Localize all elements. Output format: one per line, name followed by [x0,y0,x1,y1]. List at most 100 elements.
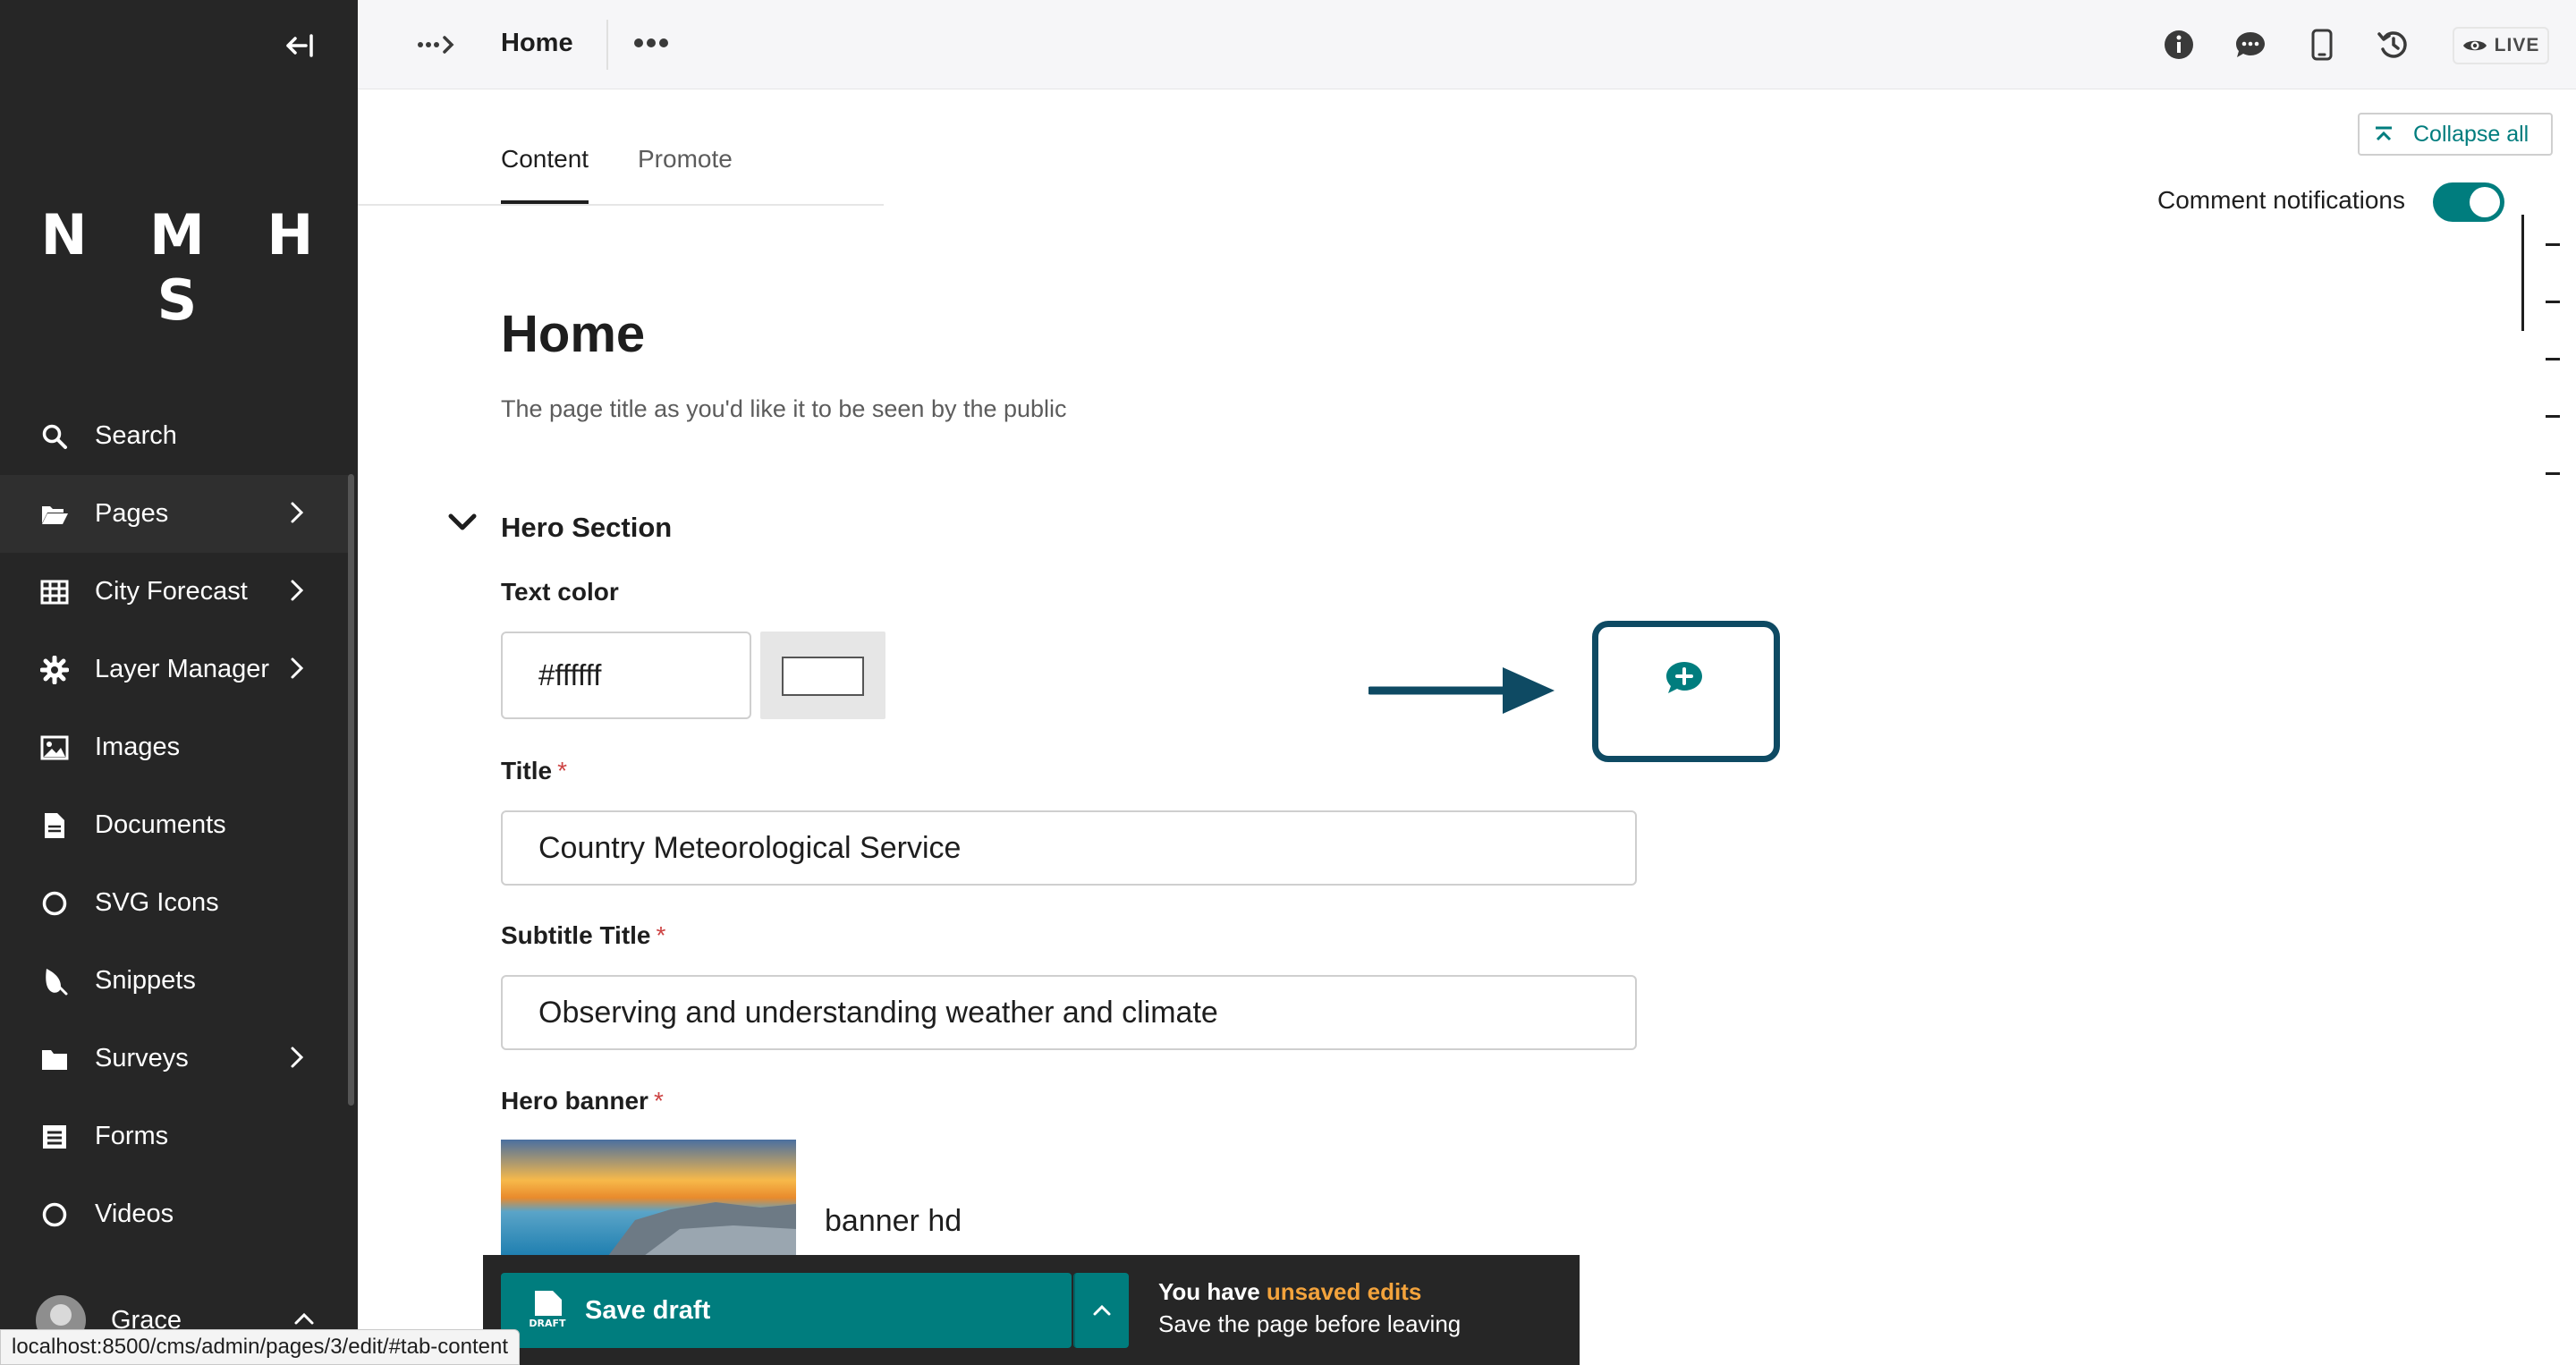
sidebar-item-images[interactable]: Images [0,708,351,786]
sidebar-item-videos[interactable]: Videos [0,1175,351,1253]
sidebar-item-label: SVG Icons [95,888,219,917]
snippet-icon [39,966,70,996]
sidebar-item-label: Snippets [95,966,196,995]
mobile-icon [2311,29,2333,61]
minimap-item[interactable] [2546,358,2560,360]
page-actions-button[interactable] [626,23,676,63]
tab-promote[interactable]: Promote [638,145,733,204]
subtitle-label: Subtitle Title * [501,921,666,949]
annotation-highlight-box [1592,621,1780,762]
comment-notifications-label: Comment notifications [2157,186,2406,214]
sidebar-item-forms[interactable]: Forms [0,1098,351,1175]
chevron-right-icon [291,580,304,601]
status-bar-url: localhost:8500/cms/admin/pages/3/edit/#t… [0,1329,521,1365]
required-mark: * [653,1087,664,1115]
sidebar-item-label: Forms [95,1122,169,1150]
color-picker-button[interactable] [760,632,886,719]
status-info-button[interactable] [2157,23,2200,66]
preview-button[interactable] [2301,23,2343,66]
circle-icon [39,1200,70,1230]
unsaved-edits-hint: Save the page before leaving [1158,1310,1462,1337]
collapse-sidebar-button[interactable] [283,30,318,61]
title-input[interactable]: Country Meteorological Service [501,810,1637,886]
unsaved-edits-message: You have unsaved edits [1158,1278,1422,1305]
text-color-label: Text color [501,578,619,606]
chevron-right-icon [291,502,304,523]
chevron-right-icon [291,1047,304,1068]
sidebar-item-surveys[interactable]: Surveys [0,1020,351,1098]
minimap-item[interactable] [2546,301,2560,303]
collapse-all-button[interactable]: Collapse all [2358,113,2553,156]
table-icon [39,577,70,607]
hero-banner-thumbnail[interactable] [501,1140,796,1256]
title-label: Title * [501,757,567,784]
sidebar-item-city-forecast[interactable]: City Forecast [0,553,351,631]
sidebar-item-snippets[interactable]: Snippets [0,942,351,1020]
image-icon [39,733,70,763]
unsaved-edits-highlight: unsaved edits [1266,1278,1422,1305]
minimap-item[interactable] [2546,243,2560,246]
hero-banner-name: banner hd [825,1204,962,1238]
sidebar-scrollbar[interactable] [348,474,354,1106]
footer-action-bar: DRAFT Save draft You have unsaved edits … [483,1255,1580,1365]
site-logo[interactable]: N M H S [0,202,358,333]
sidebar-item-label: Surveys [95,1044,189,1072]
sidebar-item-label: Images [95,733,181,761]
chevron-up-icon [294,1312,314,1325]
form-icon [39,1122,70,1152]
minimap-item[interactable] [2546,472,2560,475]
draft-badge: DRAFT [529,1318,566,1329]
sidebar-item-documents[interactable]: Documents [0,786,351,864]
comment-notifications-toggle[interactable] [2433,182,2504,222]
breadcrumb-toggle-button[interactable] [417,27,456,63]
hero-banner-label: Hero banner * [501,1087,664,1115]
header-divider [606,20,608,70]
sidebar: N M H S Search Pages City Forecast Layer… [0,0,358,1365]
page-title-help: The page title as you'd like it to be se… [501,395,1067,422]
sidebar-item-label: Pages [95,499,169,528]
tab-content[interactable]: Content [501,145,589,204]
cog-icon [39,655,70,685]
hero-section-title[interactable]: Hero Section [501,512,672,544]
more-actions-button[interactable] [1073,1273,1129,1348]
folder-icon [39,1044,70,1074]
minimap-indicator [2521,215,2524,331]
section-toggle-button[interactable] [447,512,483,544]
document-icon [39,810,70,841]
sidebar-item-label: Search [95,421,177,450]
save-draft-label: Save draft [585,1295,711,1325]
collapse-left-icon [286,34,313,57]
eye-icon [2462,40,2487,51]
live-label: LIVE [2494,35,2540,55]
chevron-right-icon [291,657,304,679]
annotation-arrow [1368,667,1555,714]
sidebar-item-label: Layer Manager [95,655,270,683]
comments-button[interactable] [2229,23,2272,66]
top-header: Home LIVE [358,0,2576,89]
collapse-all-label: Collapse all [2413,121,2529,147]
required-mark: * [656,921,666,949]
sidebar-item-svg-icons[interactable]: SVG Icons [0,864,351,942]
minimap-item[interactable] [2546,415,2560,418]
save-draft-button[interactable]: DRAFT Save draft [501,1273,1072,1348]
collapse-up-icon [2376,126,2392,141]
page-title[interactable]: Home [501,304,645,364]
comment-icon [2236,32,2265,57]
history-icon [2377,31,2407,58]
subtitle-input[interactable]: Observing and understanding weather and … [501,975,1637,1050]
sidebar-item-layer-manager[interactable]: Layer Manager [0,631,351,708]
sidebar-item-search[interactable]: Search [0,397,351,475]
sidebar-item-label: Videos [95,1200,174,1228]
sidebar-item-label: City Forecast [95,577,248,606]
chevron-down-icon [448,513,477,530]
sidebar-item-pages[interactable]: Pages [0,475,351,553]
history-button[interactable] [2372,23,2415,66]
circle-icon [39,888,70,919]
live-status-button[interactable]: LIVE [2453,27,2549,64]
text-color-input[interactable]: #ffffff [501,632,751,719]
chevron-up-icon [1093,1304,1111,1316]
sidebar-item-label: Documents [95,810,226,839]
color-swatch [782,657,864,696]
info-icon [2165,30,2193,59]
add-comment-icon[interactable] [1663,659,1706,699]
